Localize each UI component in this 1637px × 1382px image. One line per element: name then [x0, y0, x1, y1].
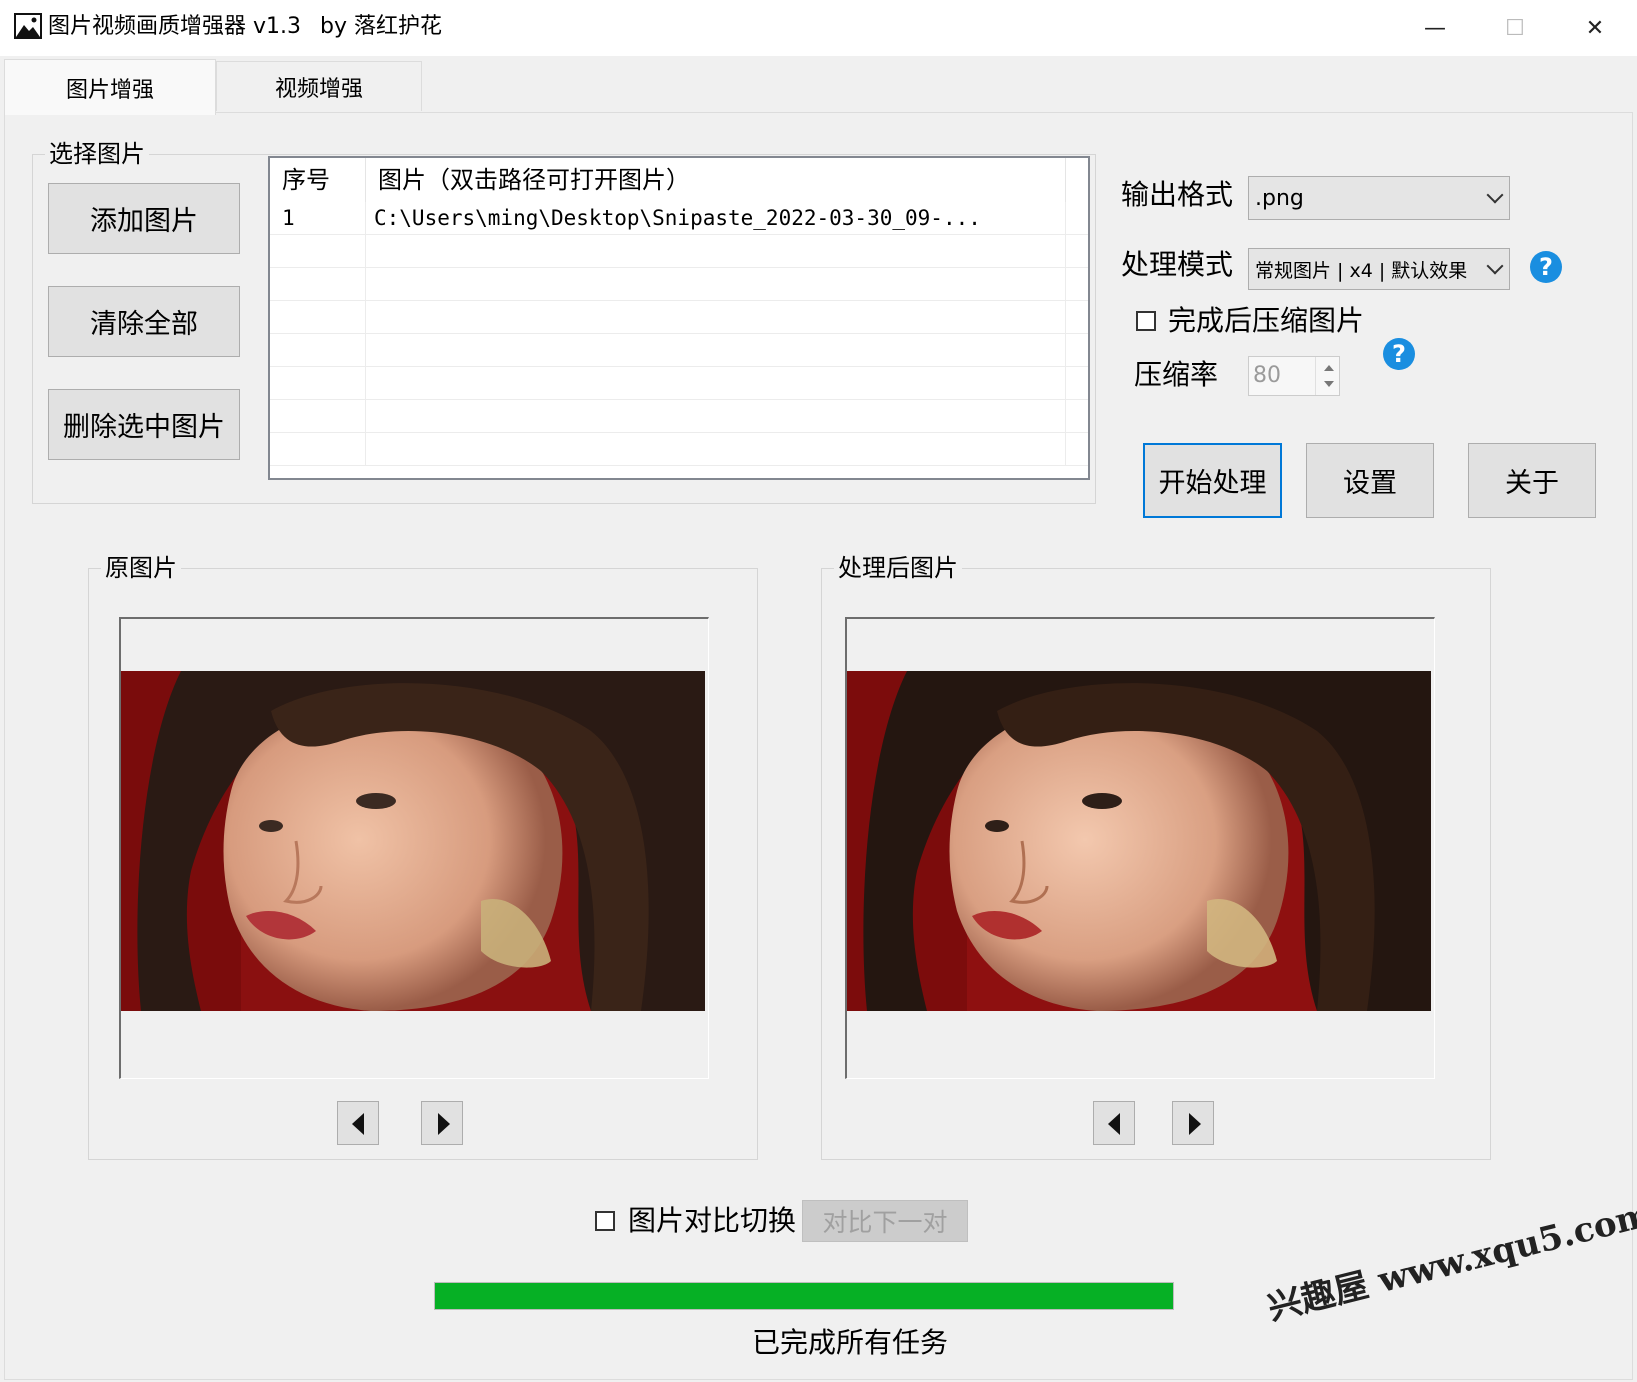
- compress-checkbox[interactable]: [1136, 311, 1156, 331]
- compress-rate-label: 压缩率: [1134, 358, 1219, 391]
- tab-image-enhance[interactable]: 图片增强: [4, 59, 216, 115]
- original-image-box: [119, 617, 709, 1079]
- triangle-left-icon: [352, 1113, 364, 1135]
- empty-row: [270, 268, 1088, 301]
- compare-next-pair-button[interactable]: 对比下一对: [802, 1200, 968, 1242]
- about-button[interactable]: 关于: [1468, 443, 1596, 518]
- column-header-no[interactable]: 序号: [270, 158, 366, 202]
- clear-all-button[interactable]: 清除全部: [48, 286, 240, 357]
- compress-rate-spinner[interactable]: 80: [1248, 356, 1340, 396]
- arrow-up-icon[interactable]: [1324, 365, 1334, 371]
- chevron-down-icon: [1486, 186, 1504, 204]
- help-icon[interactable]: ?: [1383, 338, 1415, 370]
- triangle-right-icon: [438, 1113, 450, 1135]
- compress-rate-value: 80: [1253, 363, 1281, 388]
- title-bar: 图片视频画质增强器 v1.3 by 落红护花 — ☐ ✕: [0, 0, 1637, 56]
- processed-image-box: [845, 617, 1435, 1079]
- minimize-button[interactable]: —: [1395, 0, 1475, 56]
- image-list[interactable]: 序号 图片（双击路径可打开图片） 1 C:\Users\ming\Desktop…: [268, 156, 1090, 480]
- triangle-left-icon: [1108, 1113, 1120, 1135]
- tab-strip: 图片增强 视频增强: [0, 56, 1637, 115]
- empty-row: [270, 334, 1088, 367]
- row-number: 1: [270, 202, 366, 234]
- original-prev-button[interactable]: [337, 1101, 379, 1145]
- empty-row: [270, 301, 1088, 334]
- group-title: 处理后图片: [834, 553, 962, 583]
- progress-bar: [434, 1282, 1174, 1310]
- output-format-value: .png: [1255, 185, 1304, 211]
- list-item[interactable]: 1 C:\Users\ming\Desktop\Snipaste_2022-03…: [270, 202, 1088, 235]
- process-mode-label: 处理模式: [1121, 248, 1234, 281]
- empty-row: [270, 400, 1088, 433]
- output-format-label: 输出格式: [1121, 178, 1234, 211]
- empty-row: [270, 367, 1088, 400]
- help-icon[interactable]: ?: [1530, 251, 1562, 283]
- empty-row: [270, 235, 1088, 268]
- group-title: 原图片: [101, 553, 181, 583]
- add-image-button[interactable]: 添加图片: [48, 183, 240, 254]
- list-header: 序号 图片（双击路径可打开图片）: [270, 158, 1088, 202]
- compare-toggle-checkbox[interactable]: [595, 1211, 615, 1231]
- compare-toggle-label: 图片对比切换: [628, 1204, 797, 1237]
- row-path[interactable]: C:\Users\ming\Desktop\Snipaste_2022-03-3…: [366, 202, 1066, 234]
- process-mode-value: 常规图片 | x4 | 默认效果: [1255, 259, 1468, 282]
- original-next-button[interactable]: [421, 1101, 463, 1145]
- output-format-select[interactable]: .png: [1248, 176, 1510, 220]
- start-process-button[interactable]: 开始处理: [1143, 443, 1282, 518]
- group-title: 选择图片: [45, 139, 149, 169]
- spinner-buttons[interactable]: [1315, 357, 1339, 395]
- processed-next-button[interactable]: [1172, 1101, 1214, 1145]
- author-label: by 落红护花: [320, 14, 442, 39]
- original-photo: [121, 671, 705, 1011]
- column-header-path[interactable]: 图片（双击路径可打开图片）: [366, 158, 1066, 202]
- status-label: 已完成所有任务: [751, 1326, 948, 1359]
- processed-prev-button[interactable]: [1093, 1101, 1135, 1145]
- arrow-down-icon[interactable]: [1324, 381, 1334, 387]
- settings-button[interactable]: 设置: [1306, 443, 1434, 518]
- processed-photo: [847, 671, 1431, 1011]
- delete-selected-button[interactable]: 删除选中图片: [48, 389, 240, 460]
- progress-fill: [435, 1283, 1173, 1309]
- process-mode-select[interactable]: 常规图片 | x4 | 默认效果: [1248, 248, 1510, 290]
- tab-video-enhance[interactable]: 视频增强: [216, 61, 422, 111]
- maximize-button[interactable]: ☐: [1475, 0, 1555, 56]
- close-button[interactable]: ✕: [1555, 0, 1635, 56]
- compress-label: 完成后压缩图片: [1168, 304, 1365, 337]
- window-title: 图片视频画质增强器 v1.3: [48, 14, 302, 39]
- picture-icon: [14, 13, 42, 39]
- triangle-right-icon: [1189, 1113, 1201, 1135]
- empty-row: [270, 433, 1088, 466]
